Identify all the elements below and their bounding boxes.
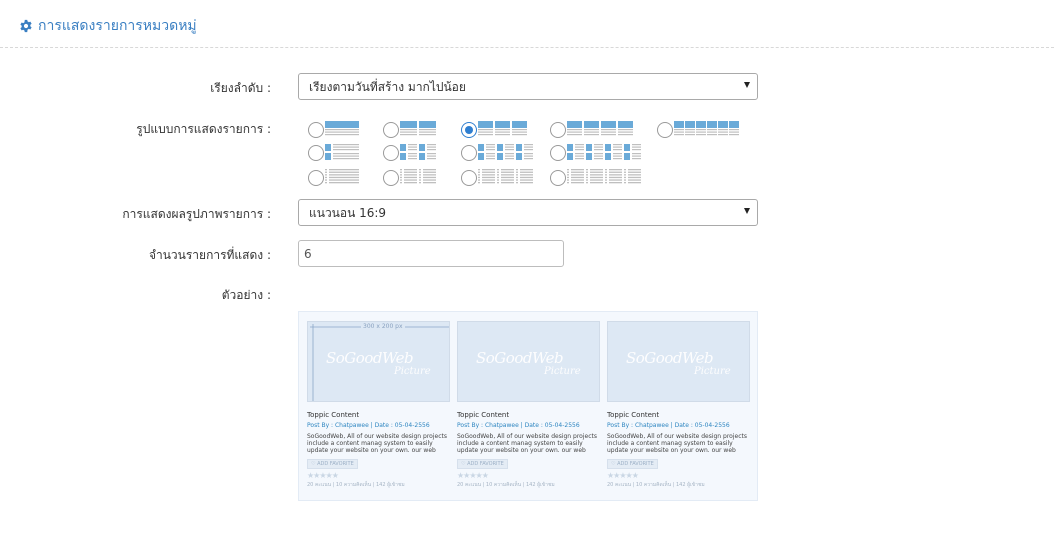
layout-radio[interactable] — [308, 170, 324, 186]
item-count-value: 6 — [304, 247, 312, 261]
sort-select-value: เรียงตามวันที่สร้าง มากไปน้อย — [309, 80, 466, 94]
layout-option-list-4[interactable] — [550, 168, 643, 188]
card-stats: 20 คะแนน | 10 ความคิดเห็น | 142 ผู้เข้าช… — [607, 482, 705, 488]
layout-option-thumb-3[interactable] — [461, 143, 535, 163]
card-meta: Post By : Chatpawee | Date : 05-04-2556 — [607, 422, 730, 429]
placeholder-logo-sub: Picture — [694, 366, 731, 377]
add-favorite-label: ADD FAVORITE — [317, 461, 354, 467]
card-meta: Post By : Chatpawee | Date : 05-04-2556 — [307, 422, 430, 429]
layout-option-thumb-4[interactable] — [550, 143, 643, 163]
card-meta: Post By : Chatpawee | Date : 05-04-2556 — [457, 422, 580, 429]
page-title: การแสดงรายการหมวดหมู่ — [38, 18, 197, 34]
layout-grid-icon — [567, 121, 635, 140]
layout-list-icon — [325, 169, 361, 188]
sort-select[interactable]: เรียงตามวันที่สร้าง มากไปน้อย — [298, 73, 758, 100]
layout-radio[interactable] — [657, 122, 673, 138]
layout-option-grid-2[interactable] — [383, 120, 438, 140]
item-count-label: จำนวนรายการที่แสดง : — [148, 248, 271, 262]
card-title: Toppic Content — [457, 411, 510, 419]
layout-option-list-2[interactable] — [383, 168, 438, 188]
add-favorite-label: ADD FAVORITE — [617, 461, 654, 467]
preview-card: 300 x 200 px SoGoodWeb Picture Toppic Co… — [307, 321, 450, 489]
layout-grid-icon — [478, 121, 529, 140]
preview-card: SoGoodWeb Picture Toppic Content Post By… — [457, 321, 600, 489]
image-display-label: การแสดงผลรูปภาพรายการ : — [122, 207, 271, 221]
layout-option-grid-1[interactable] — [308, 120, 361, 140]
layout-option-thumb-2[interactable] — [383, 143, 438, 163]
add-favorite-button: ♡ ADD FAVORITE — [607, 459, 658, 469]
layout-option-grid-6[interactable] — [657, 120, 740, 140]
layout-radio[interactable] — [308, 145, 324, 161]
layout-grid-icon — [325, 121, 361, 140]
layout-thumb-icon — [325, 144, 361, 163]
placeholder-logo-sub: Picture — [544, 366, 581, 377]
layout-option-grid-3[interactable] — [461, 120, 529, 140]
add-favorite-button: ♡ ADD FAVORITE — [307, 459, 358, 469]
preview-card-image: SoGoodWeb Picture — [457, 321, 600, 402]
card-description: SoGoodWeb, All of our website design pro… — [307, 433, 447, 454]
layout-option-thumb-1[interactable] — [308, 143, 361, 163]
sort-label: เรียงลำดับ : — [210, 81, 271, 95]
image-display-select-value: แนวนอน 16:9 — [309, 206, 387, 220]
card-description: SoGoodWeb, All of our website design pro… — [607, 433, 747, 454]
layout-radio[interactable] — [308, 122, 324, 138]
star-rating: ★★★★★ — [457, 471, 489, 480]
layout-radio[interactable] — [550, 122, 566, 138]
layout-radio[interactable] — [383, 122, 399, 138]
placeholder-logo: SoGoodWeb — [326, 349, 414, 367]
layout-option-grid-4[interactable] — [550, 120, 635, 140]
layout-grid-icon — [400, 121, 438, 140]
example-label: ตัวอย่าง : — [221, 288, 271, 302]
layout-radio[interactable] — [461, 122, 477, 138]
layout-list-icon — [400, 169, 438, 188]
card-description: SoGoodWeb, All of our website design pro… — [457, 433, 597, 454]
layout-radio[interactable] — [383, 145, 399, 161]
layout-thumb-icon — [478, 144, 535, 163]
placeholder-logo-sub: Picture — [394, 366, 431, 377]
layout-option-list-3[interactable] — [461, 168, 535, 188]
preview-card: SoGoodWeb Picture Toppic Content Post By… — [607, 321, 750, 489]
star-rating: ★★★★★ — [307, 471, 339, 480]
layout-thumb-icon — [567, 144, 643, 163]
chevron-down-icon — [744, 82, 750, 88]
item-count-input[interactable]: 6 — [298, 240, 564, 267]
layout-radio[interactable] — [461, 170, 477, 186]
card-stats: 20 คะแนน | 10 ความคิดเห็น | 142 ผู้เข้าช… — [307, 482, 405, 488]
card-title: Toppic Content — [307, 411, 360, 419]
preview-card-image: 300 x 200 px SoGoodWeb Picture — [307, 321, 450, 402]
card-stats: 20 คะแนน | 10 ความคิดเห็น | 142 ผู้เข้าช… — [457, 482, 555, 488]
gear-icon — [20, 19, 32, 33]
preview-card-image: SoGoodWeb Picture — [607, 321, 750, 402]
placeholder-logo: SoGoodWeb — [476, 349, 564, 367]
dimension-label: 300 x 200 px — [361, 323, 405, 331]
section-header: การแสดงรายการหมวดหมู่ — [0, 0, 1054, 48]
layout-list-icon — [567, 169, 643, 188]
layout-preview: 300 x 200 px SoGoodWeb Picture Toppic Co… — [298, 311, 758, 501]
image-display-select[interactable]: แนวนอน 16:9 — [298, 199, 758, 226]
star-rating: ★★★★★ — [607, 471, 639, 480]
layout-radio[interactable] — [550, 145, 566, 161]
layout-radio[interactable] — [383, 170, 399, 186]
layout-list-icon — [478, 169, 535, 188]
layout-radio[interactable] — [461, 145, 477, 161]
layout-thumb-icon — [400, 144, 438, 163]
chevron-down-icon — [744, 208, 750, 214]
layout-option-list-1[interactable] — [308, 168, 361, 188]
placeholder-logo: SoGoodWeb — [626, 349, 714, 367]
add-favorite-button: ♡ ADD FAVORITE — [457, 459, 508, 469]
layout-grid-icon — [674, 121, 740, 140]
layout-label: รูปแบบการแสดงรายการ : — [136, 122, 271, 136]
card-title: Toppic Content — [607, 411, 660, 419]
layout-radio[interactable] — [550, 170, 566, 186]
add-favorite-label: ADD FAVORITE — [467, 461, 504, 467]
